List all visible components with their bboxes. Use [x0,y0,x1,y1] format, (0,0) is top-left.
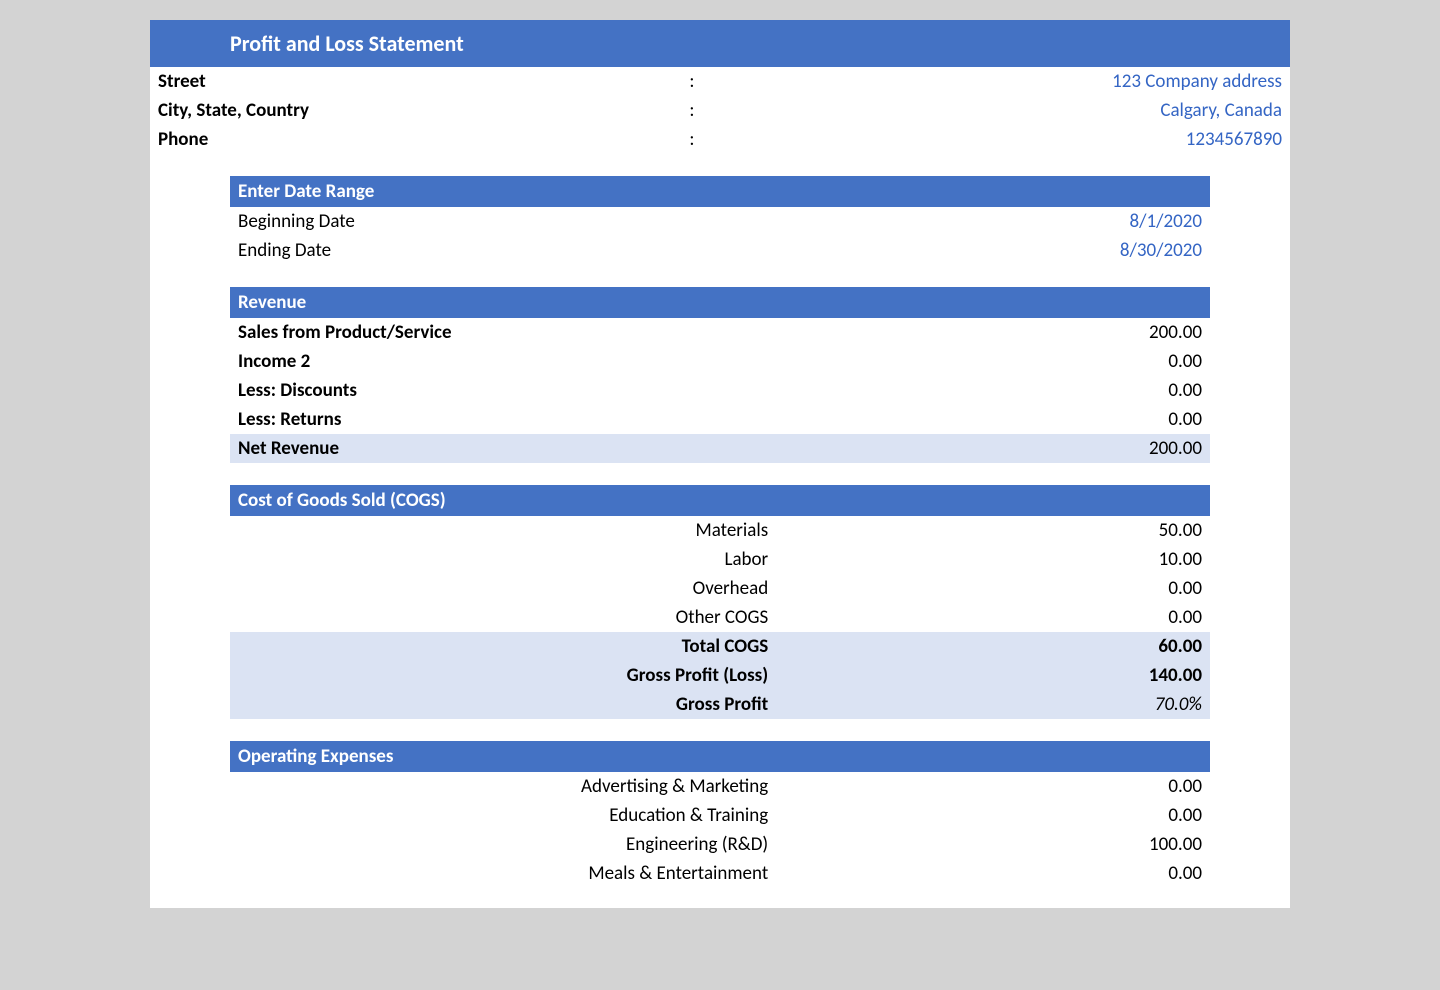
cogs-header: Cost of Goods Sold (COGS) [230,485,1210,516]
labor-row: Labor 10.00 [230,545,1210,574]
sales-value: 200.00 [720,321,1202,344]
discounts-value: 0.00 [720,379,1202,402]
end-date-row: Ending Date 8/30/2020 [230,236,1210,265]
income2-label: Income 2 [238,350,672,373]
city-value: Calgary, Canada [720,99,1282,122]
begin-date-row: Beginning Date 8/1/2020 [230,207,1210,236]
colon: : [664,99,720,122]
document: Profit and Loss Statement Street : 123 C… [150,20,1290,908]
engineering-label: Engineering (R&D) [238,833,768,856]
company-street-row: Street : 123 Company address [150,67,1290,96]
education-row: Education & Training 0.00 [230,801,1210,830]
gross-profit-loss-value: 140.00 [768,664,1202,687]
returns-value: 0.00 [720,408,1202,431]
colon: : [664,128,720,151]
gross-profit-loss-row: Gross Profit (Loss) 140.00 [230,661,1210,690]
other-cogs-row: Other COGS 0.00 [230,603,1210,632]
city-label: City, State, Country [158,99,664,122]
sales-label: Sales from Product/Service [238,321,672,344]
engineering-value: 100.00 [768,833,1202,856]
labor-value: 10.00 [768,548,1202,571]
gross-profit-label: Gross Profit [238,693,768,716]
total-cogs-value: 60.00 [768,635,1202,658]
colon: : [664,70,720,93]
advertising-value: 0.00 [768,775,1202,798]
other-cogs-value: 0.00 [768,606,1202,629]
gross-profit-value: 70.0% [768,693,1202,716]
net-revenue-row: Net Revenue 200.00 [230,434,1210,463]
income2-row: Income 2 0.00 [230,347,1210,376]
net-revenue-value: 200.00 [720,437,1202,460]
education-value: 0.00 [768,804,1202,827]
sales-row: Sales from Product/Service 200.00 [230,318,1210,347]
materials-label: Materials [238,519,768,542]
street-label: Street [158,70,664,93]
returns-label: Less: Returns [238,408,672,431]
company-phone-row: Phone : 1234567890 [150,125,1290,154]
meals-row: Meals & Entertainment 0.00 [230,859,1210,888]
cogs-section: Materials 50.00 Labor 10.00 Overhead 0.0… [150,516,1290,719]
phone-value: 1234567890 [720,128,1282,151]
total-cogs-label: Total COGS [238,635,768,658]
date-range-header: Enter Date Range [230,176,1210,207]
meals-value: 0.00 [768,862,1202,885]
street-value: 123 Company address [720,70,1282,93]
revenue-section: Sales from Product/Service 200.00 Income… [150,318,1290,463]
advertising-label: Advertising & Marketing [238,775,768,798]
net-revenue-label: Net Revenue [238,437,672,460]
document-title: Profit and Loss Statement [150,20,1290,67]
end-date-label: Ending Date [238,239,672,262]
company-city-row: City, State, Country : Calgary, Canada [150,96,1290,125]
end-date-value: 8/30/2020 [720,239,1202,262]
opex-header: Operating Expenses [230,741,1210,772]
discounts-row: Less: Discounts 0.00 [230,376,1210,405]
overhead-label: Overhead [238,577,768,600]
meals-label: Meals & Entertainment [238,862,768,885]
discounts-label: Less: Discounts [238,379,672,402]
revenue-header: Revenue [230,287,1210,318]
total-cogs-row: Total COGS 60.00 [230,632,1210,661]
labor-label: Labor [238,548,768,571]
advertising-row: Advertising & Marketing 0.00 [230,772,1210,801]
begin-date-value: 8/1/2020 [720,210,1202,233]
phone-label: Phone [158,128,664,151]
returns-row: Less: Returns 0.00 [230,405,1210,434]
opex-section: Advertising & Marketing 0.00 Education &… [150,772,1290,888]
gross-profit-loss-label: Gross Profit (Loss) [238,664,768,687]
company-info-section: Street : 123 Company address City, State… [150,67,1290,154]
overhead-row: Overhead 0.00 [230,574,1210,603]
gross-profit-row: Gross Profit 70.0% [230,690,1210,719]
overhead-value: 0.00 [768,577,1202,600]
education-label: Education & Training [238,804,768,827]
begin-date-label: Beginning Date [238,210,672,233]
engineering-row: Engineering (R&D) 100.00 [230,830,1210,859]
other-cogs-label: Other COGS [238,606,768,629]
income2-value: 0.00 [720,350,1202,373]
materials-row: Materials 50.00 [230,516,1210,545]
materials-value: 50.00 [768,519,1202,542]
date-range-section: Beginning Date 8/1/2020 Ending Date 8/30… [150,207,1290,265]
